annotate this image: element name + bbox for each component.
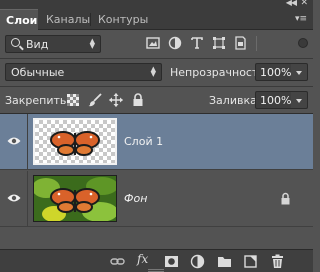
delete-layer-icon[interactable] bbox=[270, 254, 285, 269]
filter-separator bbox=[256, 36, 257, 51]
layer-thumbnail bbox=[33, 118, 117, 165]
blend-mode-value: Обычные bbox=[11, 66, 65, 79]
layer-filter-row: Вид ▲ ▼ bbox=[0, 31, 313, 57]
lock-position-icon[interactable] bbox=[109, 93, 123, 107]
tab-channels[interactable]: Каналы bbox=[40, 9, 96, 30]
divider bbox=[0, 58, 313, 59]
layer-row-layer1[interactable]: Слой 1 bbox=[0, 114, 313, 170]
new-adjustment-layer-icon[interactable] bbox=[190, 254, 205, 269]
butterfly-thumbnail-image bbox=[50, 131, 100, 156]
search-icon bbox=[11, 38, 20, 47]
tab-layers-label: Слои bbox=[6, 14, 38, 27]
fill-value: 100% bbox=[260, 94, 292, 107]
filter-kind-select[interactable]: Вид ▲ ▼ bbox=[5, 35, 101, 53]
link-layers-icon[interactable] bbox=[110, 254, 125, 269]
layers-list: Слой 1 Фон bbox=[0, 113, 313, 249]
new-group-icon[interactable] bbox=[217, 254, 232, 269]
lock-all-icon[interactable] bbox=[131, 93, 145, 107]
opacity-dropdown-button[interactable] bbox=[291, 63, 308, 81]
pixel-layer-filter-icon[interactable] bbox=[146, 36, 160, 50]
visibility-toggle[interactable] bbox=[0, 114, 28, 170]
layers-bottom-toolbar: fx bbox=[0, 249, 313, 272]
shape-layer-filter-icon[interactable] bbox=[212, 36, 226, 50]
lock-row: Закрепить: Заливка: 100% bbox=[0, 87, 313, 113]
opacity-input[interactable]: 100% bbox=[255, 63, 292, 81]
tab-paths[interactable]: Контуры bbox=[92, 9, 154, 30]
eye-icon bbox=[7, 137, 21, 145]
panel-top-strip: ◀◀ ✕ bbox=[0, 0, 313, 9]
tab-separator bbox=[90, 13, 91, 26]
fill-label: Заливка: bbox=[209, 94, 261, 107]
layer-name[interactable]: Слой 1 bbox=[124, 135, 163, 148]
lock-transparent-pixels-icon[interactable] bbox=[66, 93, 80, 107]
blend-mode-row: Обычные ▲ ▼ Непрозрачность: 100% bbox=[0, 60, 313, 84]
new-layer-icon[interactable] bbox=[243, 254, 258, 269]
updown-arrows-icon: ▲ ▼ bbox=[150, 65, 156, 78]
fill-dropdown-button[interactable] bbox=[291, 91, 308, 109]
lock-image-pixels-icon[interactable] bbox=[88, 93, 102, 107]
layer-row-background[interactable]: Фон bbox=[0, 171, 313, 227]
opacity-label: Непрозрачность: bbox=[170, 66, 269, 79]
tab-layers[interactable]: Слои bbox=[0, 9, 38, 30]
smart-object-filter-icon[interactable] bbox=[233, 36, 247, 50]
opacity-value: 100% bbox=[260, 66, 292, 79]
filter-toggle-icon[interactable] bbox=[298, 38, 308, 48]
layer-style-fx-icon[interactable]: fx bbox=[137, 252, 152, 267]
tab-paths-label: Контуры bbox=[98, 13, 149, 26]
background-thumbnail-image bbox=[34, 176, 116, 221]
filter-kind-value: Вид bbox=[26, 38, 49, 51]
layer-lock-icon bbox=[281, 192, 290, 205]
fill-input[interactable]: 100% bbox=[255, 91, 292, 109]
layer-name[interactable]: Фон bbox=[124, 192, 147, 205]
blend-mode-select[interactable]: Обычные ▲ ▼ bbox=[5, 63, 162, 81]
eye-icon bbox=[7, 194, 21, 202]
type-layer-filter-icon[interactable] bbox=[190, 36, 204, 50]
lock-label: Закрепить: bbox=[5, 94, 71, 107]
add-mask-icon[interactable] bbox=[164, 254, 179, 269]
collapse-panel-icon[interactable]: ◀◀ bbox=[286, 0, 297, 7]
panel-menu-icon[interactable]: ▾≡ bbox=[295, 14, 307, 25]
adjustment-layer-filter-icon[interactable] bbox=[168, 36, 182, 50]
layer-thumbnail bbox=[33, 175, 117, 222]
updown-arrows-icon: ▲ ▼ bbox=[89, 37, 95, 50]
tab-channels-label: Каналы bbox=[46, 13, 91, 26]
visibility-toggle[interactable] bbox=[0, 171, 28, 227]
panel-tab-bar: Слои Каналы Контуры ▾≡ bbox=[0, 9, 313, 30]
close-panel-icon[interactable]: ✕ bbox=[300, 0, 308, 8]
